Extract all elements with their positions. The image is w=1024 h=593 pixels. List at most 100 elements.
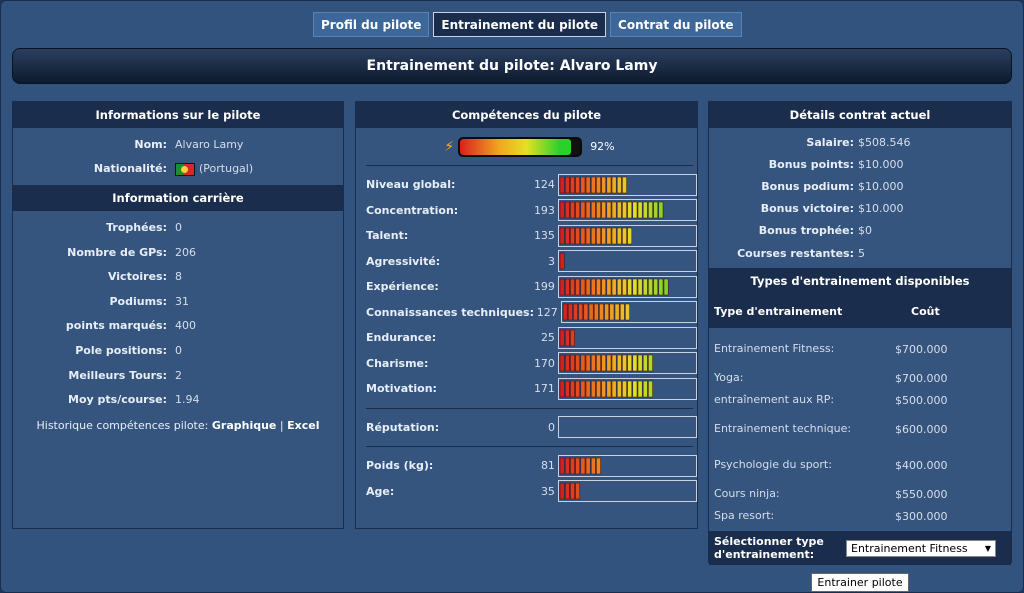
contract-label: Courses restantes: bbox=[737, 246, 854, 260]
career-value: 2 bbox=[175, 368, 182, 382]
skill-row: Age: 35 bbox=[356, 479, 697, 505]
skill-bar-segment bbox=[601, 355, 606, 372]
skill-bar-segment bbox=[622, 176, 627, 193]
skill-bar-segment bbox=[564, 176, 570, 193]
skills-divider bbox=[366, 407, 693, 409]
skill-label: Motivation: bbox=[366, 382, 437, 396]
contract-heading: Détails contrat actuel bbox=[709, 102, 1011, 128]
history-separator: | bbox=[279, 418, 284, 432]
training-type-select[interactable]: Entrainement Fitness ▼ bbox=[846, 539, 996, 557]
contract-value: $10.000 bbox=[858, 179, 904, 193]
skill-label: Poids (kg): bbox=[366, 459, 434, 473]
career-row: points marqués: 400 bbox=[13, 314, 343, 339]
skill-bar-segment bbox=[606, 355, 612, 372]
skill-bar-segment bbox=[564, 355, 570, 372]
skill-value: 3 bbox=[547, 254, 555, 268]
cost-column-header: Coût bbox=[911, 304, 940, 318]
training-type: entraînement aux RP: bbox=[714, 393, 835, 407]
skill-value: 170 bbox=[533, 356, 555, 370]
skill-bar-segment bbox=[663, 278, 669, 295]
skill-label: Charisme: bbox=[366, 356, 429, 370]
skill-bar-segment bbox=[606, 227, 612, 244]
contract-label: Bonus podium: bbox=[761, 179, 854, 193]
skill-bar-graphic bbox=[559, 457, 601, 474]
training-cost: $300.000 bbox=[895, 509, 948, 523]
chevron-down-icon: ▼ bbox=[984, 543, 991, 553]
skill-bar-segment bbox=[648, 278, 653, 295]
train-driver-button[interactable]: Entrainer pilote bbox=[811, 573, 909, 593]
skill-bar-segment bbox=[570, 380, 575, 397]
career-value: 1.94 bbox=[175, 393, 200, 407]
career-label: Trophées: bbox=[106, 220, 167, 234]
skill-bar-segment bbox=[601, 227, 606, 244]
skill-bar-segment bbox=[606, 380, 612, 397]
training-cost: $400.000 bbox=[895, 458, 948, 472]
tab-contract[interactable]: Contrat du pilote bbox=[610, 12, 742, 37]
tab-training[interactable]: Entrainement du pilote bbox=[433, 12, 607, 37]
contract-value: $0 bbox=[858, 224, 872, 238]
skill-bar bbox=[557, 250, 697, 273]
skill-bar-graphic bbox=[559, 202, 664, 219]
skill-bar-segment bbox=[627, 227, 632, 244]
skill-bar-segment bbox=[564, 202, 570, 219]
contract-list: Salaire: $508.546 Bonus points: $10.000 Bonu… bbox=[709, 128, 1011, 264]
skill-bar-segment bbox=[567, 304, 573, 321]
skill-bar-segment bbox=[590, 457, 596, 474]
skill-value: 25 bbox=[540, 331, 555, 345]
overall-progress-fill bbox=[460, 138, 571, 155]
skill-bar-segment bbox=[622, 355, 627, 372]
contract-row: Salaire: $508.546 bbox=[709, 131, 1011, 153]
skill-bar-segment bbox=[578, 304, 583, 321]
skill-value: 127 bbox=[536, 305, 558, 319]
nationality-row: Nationalité: (Portugal) bbox=[13, 157, 343, 182]
overall-percent: 92% bbox=[590, 140, 615, 153]
contract-label: Bonus points: bbox=[768, 157, 854, 171]
career-row: Trophées: 0 bbox=[13, 215, 343, 240]
history-graph-link[interactable]: Graphique bbox=[212, 419, 277, 432]
skill-bar bbox=[557, 224, 697, 247]
skill-bar-segment bbox=[590, 355, 596, 372]
history-excel-link[interactable]: Excel bbox=[287, 419, 319, 432]
training-type: Entrainement technique: bbox=[714, 422, 852, 436]
skill-bar-graphic bbox=[559, 355, 653, 372]
training-row: entraînement aux RP: $500.000 bbox=[709, 389, 1011, 411]
skill-bar-segment bbox=[614, 304, 620, 321]
skill-bar-segment bbox=[622, 202, 627, 219]
skill-bar-segment bbox=[580, 176, 586, 193]
career-value: 8 bbox=[175, 270, 182, 284]
skill-bar-segment bbox=[585, 278, 591, 295]
skill-row: Poids (kg): 81 bbox=[356, 453, 697, 479]
career-row: Moy pts/course: 1.94 bbox=[13, 387, 343, 412]
career-label: Pole positions: bbox=[75, 343, 167, 357]
tab-profile[interactable]: Profil du pilote bbox=[313, 12, 430, 37]
skill-bar-segment bbox=[637, 278, 643, 295]
career-row: Nombre de GPs: 206 bbox=[13, 240, 343, 265]
skill-bar-segment bbox=[590, 278, 596, 295]
skill-label: Réputation: bbox=[366, 420, 440, 434]
skill-value: 199 bbox=[533, 280, 555, 294]
skill-bar-segment bbox=[642, 202, 648, 219]
contract-row: Bonus trophée: $0 bbox=[709, 220, 1011, 242]
skill-bar bbox=[557, 377, 697, 400]
skill-bar bbox=[557, 275, 697, 298]
skill-bar-segment bbox=[642, 278, 648, 295]
skill-bar-segment bbox=[653, 278, 658, 295]
skill-bar-segment bbox=[606, 202, 612, 219]
skill-bar-segment bbox=[575, 457, 580, 474]
skill-row: Connaissances techniques: 127 bbox=[356, 300, 697, 326]
contract-row: Courses restantes: 5 bbox=[709, 242, 1011, 264]
skill-bar-segment bbox=[564, 329, 570, 346]
skill-bar-segment bbox=[616, 202, 622, 219]
skill-label: Age: bbox=[366, 484, 395, 498]
skill-bar-segment bbox=[559, 202, 565, 219]
career-label: Meilleurs Tours: bbox=[68, 368, 167, 382]
skill-bar-segment bbox=[596, 355, 601, 372]
skill-bar-segment bbox=[611, 380, 617, 397]
skill-value: 135 bbox=[533, 229, 555, 243]
skill-bar-segment bbox=[637, 355, 643, 372]
career-row: Pole positions: 0 bbox=[13, 338, 343, 363]
training-cost: $550.000 bbox=[895, 487, 948, 501]
skill-value: 0 bbox=[547, 420, 555, 434]
skill-bar bbox=[557, 416, 697, 439]
contract-label: Salaire: bbox=[806, 135, 854, 149]
